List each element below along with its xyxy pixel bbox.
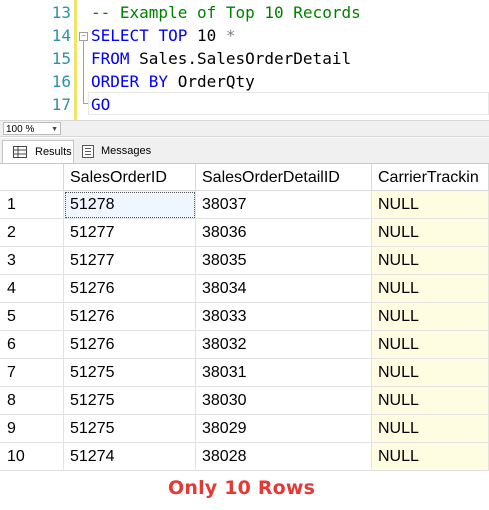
grid-icon (13, 146, 27, 158)
row-number-cell[interactable]: 2 (0, 219, 64, 247)
row-number-cell[interactable]: 5 (0, 303, 64, 331)
code-line: FROM Sales.SalesOrderDetail (91, 47, 351, 70)
code-token: SELECT (91, 26, 149, 45)
tab-messages[interactable]: Messages (78, 140, 154, 162)
row-number-cell[interactable]: 10 (0, 443, 64, 471)
fold-guide (83, 41, 84, 103)
table-cell[interactable]: 38034 (196, 275, 372, 303)
chevron-down-icon: ▼ (51, 126, 58, 133)
row-number-cell[interactable]: 1 (0, 191, 64, 219)
header-carriertracking[interactable]: CarrierTrackin (372, 164, 489, 191)
table-cell[interactable]: NULL (372, 443, 489, 471)
table-cell[interactable]: NULL (372, 219, 489, 247)
tab-results-label: Results (35, 146, 72, 158)
line-number-gutter: 13 14 15 16 17 (0, 0, 74, 120)
code-line: GO (91, 93, 110, 116)
table-cell[interactable]: NULL (372, 247, 489, 275)
table-cell[interactable]: 38035 (196, 247, 372, 275)
table-cell[interactable]: 51275 (64, 415, 196, 443)
table-cell[interactable]: 51276 (64, 303, 196, 331)
table-cell[interactable]: 51274 (64, 443, 196, 471)
row-number-cell[interactable]: 8 (0, 387, 64, 415)
line-number: 13 (51, 3, 71, 22)
table-cell[interactable]: 51277 (64, 247, 196, 275)
tab-results[interactable]: Results (2, 140, 74, 163)
table-cell[interactable]: 38032 (196, 331, 372, 359)
line-number: 16 (51, 72, 71, 91)
zoom-select[interactable]: 100 % ▼ (3, 122, 61, 135)
table-cell[interactable]: 38030 (196, 387, 372, 415)
table-cell[interactable]: NULL (372, 331, 489, 359)
table-cell[interactable]: 51275 (64, 359, 196, 387)
tab-messages-label: Messages (101, 145, 152, 157)
code-line: SELECT TOP 10 * (91, 24, 236, 47)
header-salesorderid[interactable]: SalesOrderID (64, 164, 196, 191)
row-number-header[interactable] (0, 164, 64, 191)
code-token: TOP (158, 26, 188, 45)
code-token: OrderQty (168, 72, 255, 91)
code-token: 10 (187, 26, 226, 45)
caption-annotation: Only 10 Rows (168, 477, 316, 499)
code-token: GO (91, 95, 111, 114)
table-cell[interactable]: NULL (372, 303, 489, 331)
table-cell[interactable]: 51278 (64, 191, 196, 219)
results-grid[interactable]: SalesOrderID SalesOrderDetailID CarrierTra… (0, 164, 489, 474)
code-token: FROM (91, 49, 130, 68)
table-cell[interactable]: 51276 (64, 275, 196, 303)
table-cell[interactable]: NULL (372, 415, 489, 443)
code-token: ORDER BY (91, 72, 169, 91)
line-number: 14 (51, 26, 71, 45)
row-number-cell[interactable]: 9 (0, 415, 64, 443)
query-editor[interactable]: 13 14 15 16 17 − -- Example of Top 10 Record… (0, 0, 489, 120)
code-token: -- Example of Top 10 Records (91, 3, 361, 22)
zoom-value: 100 % (6, 124, 35, 135)
table-cell[interactable]: NULL (372, 359, 489, 387)
current-line-highlight (88, 92, 489, 115)
row-number-cell[interactable]: 3 (0, 247, 64, 275)
table-cell[interactable]: 38028 (196, 443, 372, 471)
table-cell[interactable]: NULL (372, 275, 489, 303)
table-cell[interactable]: 38029 (196, 415, 372, 443)
line-number: 15 (51, 49, 71, 68)
zoom-bar: 100 % ▼ (0, 120, 489, 137)
table-cell[interactable]: 38033 (196, 303, 372, 331)
header-salesorderdetailid[interactable]: SalesOrderDetailID (196, 164, 372, 191)
table-cell[interactable]: 51276 (64, 331, 196, 359)
table-cell[interactable]: NULL (372, 191, 489, 219)
code-line: -- Example of Top 10 Records (91, 1, 361, 24)
code-token: Sales.SalesOrderDetail (129, 49, 352, 68)
collapse-toggle-icon[interactable]: − (79, 32, 88, 41)
results-tabstrip: Results Messages (0, 138, 489, 164)
row-number-cell[interactable]: 4 (0, 275, 64, 303)
table-cell[interactable]: 51277 (64, 219, 196, 247)
table-cell[interactable]: 51275 (64, 387, 196, 415)
code-token: * (225, 26, 236, 45)
change-tracking-bar (74, 0, 77, 120)
line-number: 17 (51, 95, 71, 114)
row-number-cell[interactable]: 6 (0, 331, 64, 359)
table-cell[interactable]: 38036 (196, 219, 372, 247)
row-number-cell[interactable]: 7 (0, 359, 64, 387)
code-line: ORDER BY OrderQty (91, 70, 255, 93)
table-cell[interactable]: NULL (372, 387, 489, 415)
table-cell[interactable]: 38031 (196, 359, 372, 387)
table-cell[interactable]: 38037 (196, 191, 372, 219)
messages-icon (82, 145, 94, 158)
